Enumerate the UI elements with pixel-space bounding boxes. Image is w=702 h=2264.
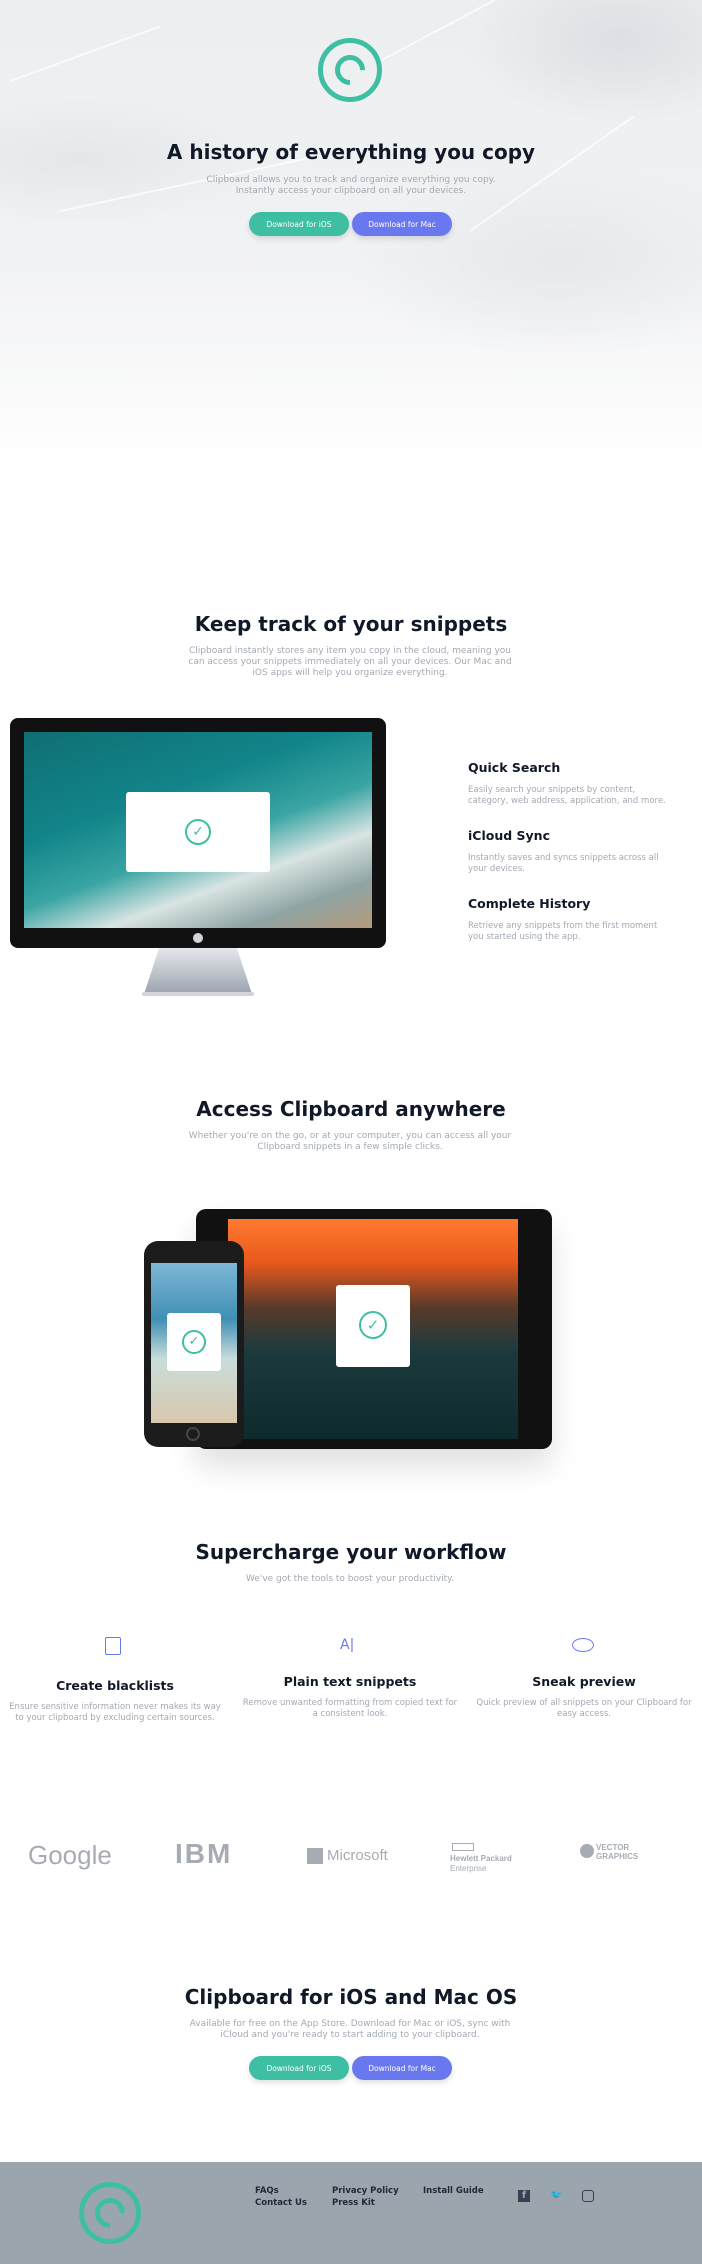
vector-graphics-line1: VECTOR xyxy=(596,1843,630,1852)
apple-icon xyxy=(193,933,203,943)
feature-text: Easily search your snippets by content, … xyxy=(468,785,666,806)
feature-text: Instantly saves and syncs snippets acros… xyxy=(468,853,659,874)
microsoft-logo xyxy=(307,1848,323,1864)
workflow-subtitle: We've got the tools to boost your produc… xyxy=(245,1574,455,1584)
footer-logo-icon xyxy=(79,2182,141,2244)
ibm-logo: IBM xyxy=(175,1838,233,1869)
tool-title: Sneak preview xyxy=(532,1674,636,1689)
tool-title: Create blacklists xyxy=(56,1678,174,1693)
snippets-title: Keep track of your snippets xyxy=(194,612,508,636)
download-ios-button[interactable]: Download for iOS xyxy=(249,212,349,236)
download-mac-button[interactable]: Download for Mac xyxy=(352,212,452,236)
footer-link-press[interactable]: Press Kit xyxy=(332,2198,375,2208)
feature-title: iCloud Sync xyxy=(468,828,550,843)
check-icon: ✓ xyxy=(182,1330,206,1354)
facebook-icon[interactable]: f xyxy=(518,2190,530,2202)
twitter-icon[interactable]: 🐦 xyxy=(550,2190,562,2202)
devices-image: ✓ ✓ xyxy=(140,1205,560,1455)
feature-title: Quick Search xyxy=(468,760,561,775)
hp-logo-line2: Enterprise xyxy=(450,1864,487,1873)
copyright-icon xyxy=(318,38,382,102)
footer-link-contact[interactable]: Contact Us xyxy=(255,2198,307,2208)
check-icon: ✓ xyxy=(359,1311,387,1339)
snippets-subtitle: Clipboard instantly stores any item you … xyxy=(188,646,512,678)
hp-logo xyxy=(452,1843,474,1851)
vector-graphics-logo xyxy=(580,1844,594,1858)
feature-text: Retrieve any snippets from the first mom… xyxy=(468,921,658,942)
eye-icon xyxy=(572,1638,594,1652)
instagram-icon[interactable] xyxy=(582,2190,594,2202)
access-subtitle: Whether you're on the go, or at your com… xyxy=(188,1131,512,1152)
text-icon: A| xyxy=(340,1637,355,1653)
workflow-title: Supercharge your workflow xyxy=(195,1540,507,1564)
hero-subtitle: Clipboard allows you to track and organi… xyxy=(206,175,496,196)
tool-text: Ensure sensitive information never makes… xyxy=(9,1702,221,1723)
microsoft-logo-text: Microsoft xyxy=(327,1847,388,1864)
check-icon: ✓ xyxy=(185,819,211,845)
cta-download-mac-button[interactable]: Download for Mac xyxy=(352,2056,452,2080)
cta-title: Clipboard for iOS and Mac OS xyxy=(184,1985,518,2009)
footer: FAQs Contact Us Privacy Policy Press Kit… xyxy=(0,2162,702,2264)
footer-link-privacy[interactable]: Privacy Policy xyxy=(332,2186,399,2196)
access-title: Access Clipboard anywhere xyxy=(196,1097,506,1121)
cta-download-ios-button[interactable]: Download for iOS xyxy=(249,2056,349,2080)
footer-link-install[interactable]: Install Guide xyxy=(423,2186,484,2196)
tool-text: Remove unwanted formatting from copied t… xyxy=(242,1698,458,1719)
tool-text: Quick preview of all snippets on your Cl… xyxy=(476,1698,692,1719)
blacklist-icon xyxy=(105,1637,121,1655)
hero-title: A history of everything you copy xyxy=(166,140,536,164)
cta-subtitle: Available for free on the App Store. Dow… xyxy=(189,2019,511,2040)
footer-link-faqs[interactable]: FAQs xyxy=(255,2186,279,2196)
vector-graphics-line2: GRAPHICS xyxy=(596,1852,639,1861)
tool-title: Plain text snippets xyxy=(283,1674,417,1689)
hp-logo-line1: Hewlett Packard xyxy=(450,1854,512,1863)
google-logo: Google xyxy=(28,1840,112,1870)
imac-image: ✓ xyxy=(10,718,386,1008)
feature-title: Complete History xyxy=(468,896,591,911)
